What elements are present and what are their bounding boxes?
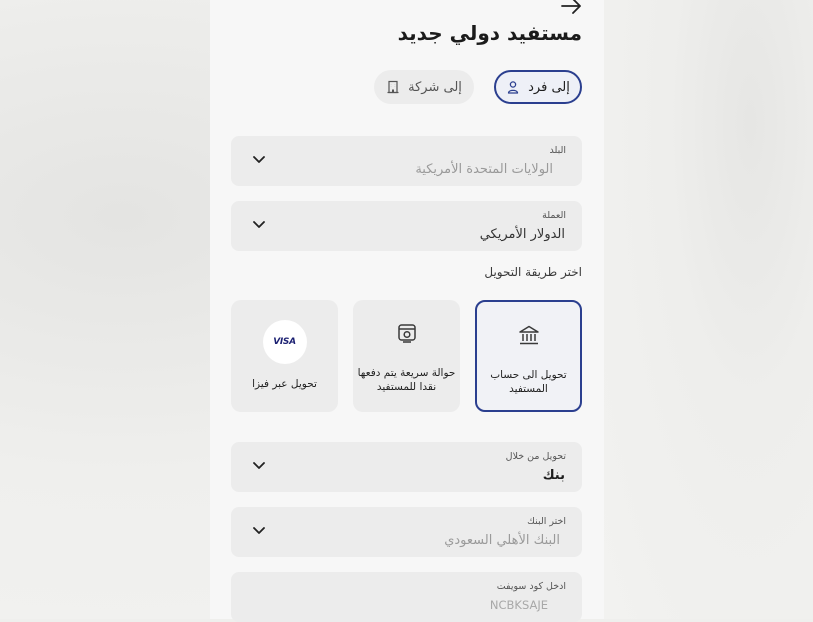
phone-screen: مستفيد دولي جديد إلى فرد إلى شركة البلد …: [210, 0, 604, 622]
to-company-label: إلى شركة: [408, 79, 462, 95]
transfer-method-label: اختر طريقة التحويل: [484, 265, 582, 279]
page-title: مستفيد دولي جديد: [397, 21, 582, 45]
bank-select[interactable]: اختر البنك البنك الأهلي السعودي: [231, 507, 582, 557]
transfer-through-select[interactable]: تحويل من خلال بنك: [231, 442, 582, 492]
chevron-down-icon: [253, 221, 265, 228]
bank-icon: [518, 325, 539, 345]
person-icon: [507, 81, 519, 94]
to-company-button[interactable]: إلى شركة: [374, 70, 474, 104]
swift-code-placeholder: NCBKSAJE: [489, 598, 548, 612]
swift-code-label: ادخل كود سويفت: [496, 581, 566, 592]
country-label: البلد: [549, 145, 566, 156]
to-individual-button[interactable]: إلى فرد: [494, 70, 582, 104]
method-visa-label: تحويل عبر فيزا: [252, 378, 317, 390]
currency-value: الدولار الأمريكي: [479, 227, 565, 242]
to-individual-label: إلى فرد: [528, 79, 570, 95]
building-icon: [387, 80, 399, 94]
bank-label: اختر البنك: [527, 516, 566, 527]
swift-code-input[interactable]: ادخل كود سويفت NCBKSAJE: [231, 572, 582, 622]
chevron-down-icon: [253, 156, 265, 163]
currency-label: العملة: [542, 210, 566, 221]
visa-logo-icon: VISA: [262, 320, 307, 364]
back-arrow-icon[interactable]: [558, 0, 586, 16]
method-visa-card[interactable]: VISA تحويل عبر فيزا: [231, 300, 338, 412]
country-select[interactable]: البلد الولايات المتحدة الأمريكية: [231, 136, 582, 186]
background-blur-right: [604, 0, 813, 619]
cash-icon: [397, 324, 416, 343]
method-bank-account-label: تحويل الى حساب المستفيد: [490, 369, 567, 395]
currency-select[interactable]: العملة الدولار الأمريكي: [231, 201, 582, 251]
method-cash-transfer-card[interactable]: حوالة سريعة يتم دفعها نقدا للمستفيد: [353, 300, 460, 412]
transfer-through-label: تحويل من خلال: [505, 451, 566, 462]
bank-value: البنك الأهلي السعودي: [444, 533, 560, 548]
method-bank-account-card[interactable]: تحويل الى حساب المستفيد: [475, 300, 582, 412]
chevron-down-icon: [253, 527, 265, 534]
country-value: الولايات المتحدة الأمريكية: [415, 162, 553, 177]
chevron-down-icon: [253, 462, 265, 469]
transfer-through-value: بنك: [542, 468, 565, 483]
method-cash-transfer-label: حوالة سريعة يتم دفعها نقدا للمستفيد: [357, 367, 456, 393]
